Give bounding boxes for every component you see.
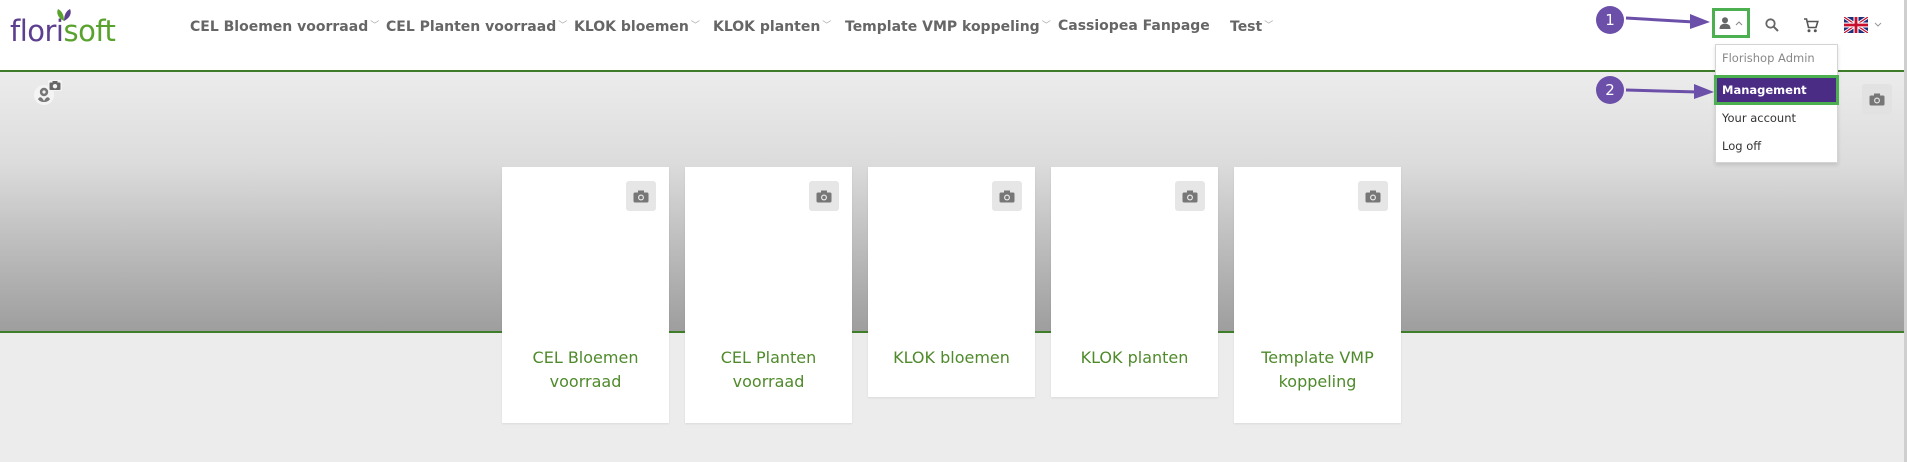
chevron-down-icon: ﹀ <box>690 21 700 31</box>
chevron-down-icon: ﹀ <box>558 21 568 31</box>
user-icon <box>1719 17 1731 29</box>
user-dropdown-menu: Florishop Admin Management Your account … <box>1714 44 1839 163</box>
arrow-icon <box>1625 14 1710 29</box>
user-menu-button[interactable] <box>1712 8 1750 38</box>
cart-button[interactable] <box>1801 15 1821 35</box>
florisoft-logo[interactable]: florisoft <box>10 9 116 54</box>
chevron-down-icon: ﹀ <box>1264 21 1274 31</box>
camera-icon <box>1869 93 1885 105</box>
card-title-line: KLOK bloemen <box>893 348 1010 367</box>
step-badge-1: 1 <box>1596 6 1624 34</box>
chevron-down-icon: ﹀ <box>1041 21 1051 31</box>
leaf-icon <box>57 9 71 21</box>
arrow-icon <box>1625 84 1714 99</box>
card-title-line: voorraad <box>549 372 622 391</box>
nav-label: Cassiopea Fanpage <box>1058 18 1210 34</box>
card-camera-button[interactable] <box>626 181 656 211</box>
category-card-klok-bloemen[interactable]: KLOK bloemen <box>868 167 1035 397</box>
chevron-down-icon <box>1874 22 1882 27</box>
nav-label: KLOK planten <box>713 19 821 35</box>
card-title-line: Template VMP <box>1261 348 1374 367</box>
search-icon <box>1765 18 1779 32</box>
nav-klok-bloemen[interactable]: KLOK bloemen ﹀ <box>574 18 700 35</box>
card-title-line: KLOK planten <box>1080 348 1189 367</box>
camera-icon <box>633 190 649 202</box>
card-title: CEL Bloemen voorraad <box>502 346 669 394</box>
banner-image-upload-button[interactable] <box>22 80 66 110</box>
nav-test[interactable]: Test ﹀ <box>1230 18 1273 35</box>
card-title-line: CEL Planten <box>720 348 817 367</box>
nav-label: CEL Bloemen voorraad <box>190 19 369 35</box>
camera-icon <box>1182 190 1198 202</box>
camera-icon <box>1365 190 1381 202</box>
nav-label: KLOK bloemen <box>574 19 689 35</box>
card-title-line: voorraad <box>732 372 805 391</box>
card-title: Template VMP koppeling <box>1234 346 1401 394</box>
card-title-line: koppeling <box>1278 372 1357 391</box>
uk-flag-icon <box>1844 17 1868 33</box>
card-camera-button[interactable] <box>1175 181 1205 211</box>
category-card-klok-planten[interactable]: KLOK planten <box>1051 167 1218 397</box>
nav-cassiopea-fanpage[interactable]: Cassiopea Fanpage <box>1058 18 1210 34</box>
nav-template-vmp-koppeling[interactable]: Template VMP koppeling ﹀ <box>845 18 1051 35</box>
camera-icon <box>816 190 832 202</box>
nav-klok-planten[interactable]: KLOK planten ﹀ <box>713 18 831 35</box>
nav-label: CEL Planten voorraad <box>386 19 557 35</box>
menu-item-log-off[interactable]: Log off <box>1716 133 1837 159</box>
card-camera-button[interactable] <box>992 181 1022 211</box>
banner-camera-button[interactable] <box>1862 84 1892 114</box>
card-title: KLOK planten <box>1051 346 1218 370</box>
language-selector[interactable] <box>1844 16 1882 34</box>
card-title-line: CEL Bloemen <box>532 348 639 367</box>
dropdown-username: Florishop Admin <box>1722 51 1815 65</box>
nav-cel-bloemen-voorraad[interactable]: CEL Bloemen voorraad ﹀ <box>190 18 379 35</box>
search-button[interactable] <box>1763 16 1781 34</box>
category-card-template-vmp-koppeling[interactable]: Template VMP koppeling <box>1234 167 1401 423</box>
step-badge-2: 2 <box>1596 76 1624 104</box>
camera-icon <box>999 190 1015 202</box>
nav-label: Test <box>1230 19 1263 35</box>
menu-item-management[interactable]: Management <box>1714 75 1839 105</box>
card-camera-button[interactable] <box>809 181 839 211</box>
menu-item-your-account[interactable]: Your account <box>1716 105 1837 131</box>
chevron-down-icon: ﹀ <box>822 21 832 31</box>
chevron-down-icon: ﹀ <box>370 21 380 31</box>
chevron-up-icon <box>1735 21 1743 26</box>
nav-cel-planten-voorraad[interactable]: CEL Planten voorraad ﹀ <box>386 18 567 35</box>
cart-icon <box>1804 17 1819 32</box>
card-title: CEL Planten voorraad <box>685 346 852 394</box>
category-card-cel-bloemen-voorraad[interactable]: CEL Bloemen voorraad <box>502 167 669 423</box>
nav-label: Template VMP koppeling <box>845 19 1040 35</box>
card-camera-button[interactable] <box>1358 181 1388 211</box>
camera-icon <box>48 80 62 91</box>
card-title: KLOK bloemen <box>868 346 1035 370</box>
category-card-cel-planten-voorraad[interactable]: CEL Planten voorraad <box>685 167 852 423</box>
